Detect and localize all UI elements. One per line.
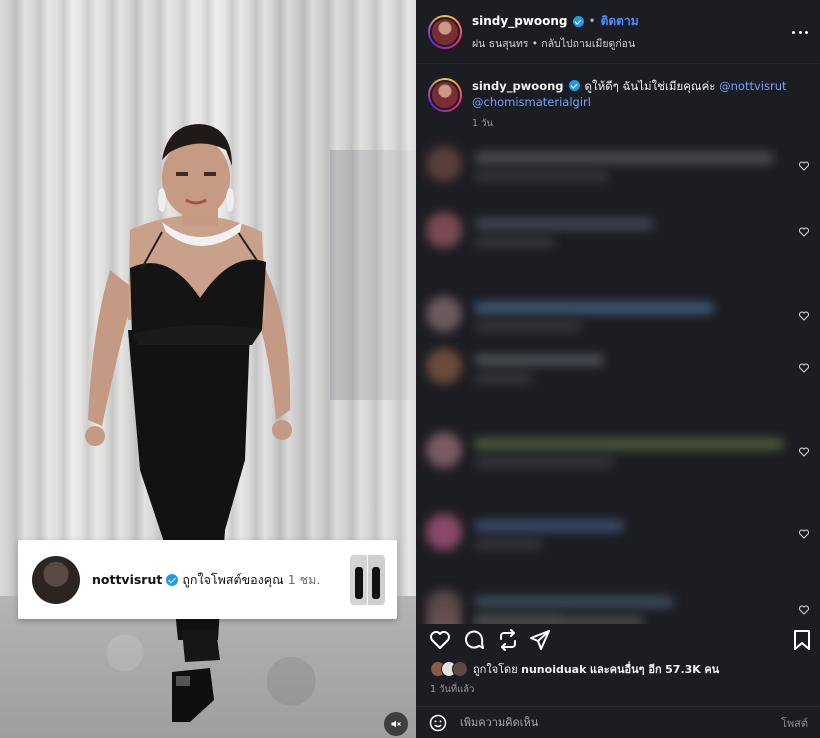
bookmark-icon[interactable] bbox=[790, 628, 814, 652]
mute-toggle-button[interactable] bbox=[384, 712, 408, 736]
like-notification[interactable]: nottvisrut ถูกใจโพสต์ของคุณ 1 ชม. bbox=[18, 540, 397, 619]
likes-summary[interactable]: ถูกใจโดย nunoiduak และคนอื่นๆ อีก 57.3K … bbox=[430, 660, 810, 678]
emoji-icon[interactable] bbox=[428, 713, 448, 733]
notification-message: ถูกใจโพสต์ของคุณ bbox=[182, 571, 284, 587]
likes-suffix: คน bbox=[704, 663, 720, 676]
post-comment-button[interactable]: โพสต์ bbox=[781, 714, 808, 732]
comment-avatar bbox=[426, 146, 462, 182]
comment-avatar bbox=[426, 348, 462, 384]
verified-badge-icon bbox=[166, 573, 179, 586]
share-icon[interactable] bbox=[528, 628, 552, 652]
comment-avatar bbox=[426, 610, 462, 624]
comment-like-icon[interactable] bbox=[798, 226, 810, 238]
author-username[interactable]: sindy_pwoong bbox=[472, 14, 568, 28]
notification-avatar bbox=[32, 555, 80, 604]
separator-dot: • bbox=[588, 14, 596, 28]
comment-row[interactable] bbox=[416, 294, 820, 344]
comment-meta bbox=[474, 372, 533, 384]
comment-meta bbox=[474, 236, 555, 248]
comment-row[interactable] bbox=[416, 512, 820, 562]
post-audio-subtitle[interactable]: ฝน ธนสุนทร • กลับไปถามเมียดูก่อน bbox=[472, 35, 639, 52]
comment-row[interactable] bbox=[416, 144, 820, 194]
notification-username[interactable]: nottvisrut bbox=[92, 572, 162, 587]
heart-icon[interactable] bbox=[428, 628, 452, 652]
repost-icon[interactable] bbox=[496, 628, 520, 652]
comment-avatar bbox=[426, 212, 462, 248]
comment-row[interactable] bbox=[416, 608, 820, 624]
comment-meta bbox=[474, 538, 542, 550]
comment-text bbox=[474, 520, 624, 532]
comment-like-icon[interactable] bbox=[798, 160, 810, 172]
speaker-muted-icon bbox=[391, 720, 401, 728]
likes-count[interactable]: 57.3K bbox=[665, 663, 701, 676]
comment-meta bbox=[474, 320, 582, 332]
mention-link[interactable]: @nottvisrut bbox=[719, 79, 786, 93]
comment-meta bbox=[474, 170, 609, 182]
comment-text bbox=[474, 152, 774, 164]
person-figure bbox=[85, 124, 292, 722]
comments-list[interactable] bbox=[416, 140, 820, 624]
comment-text bbox=[474, 438, 784, 450]
notification-post-thumbnail[interactable] bbox=[350, 554, 385, 605]
comment-meta bbox=[474, 456, 614, 468]
liker-username[interactable]: nunoiduak bbox=[521, 663, 586, 676]
comment-like-icon[interactable] bbox=[798, 528, 810, 540]
comment-row[interactable] bbox=[416, 430, 820, 480]
caption-text: ดูให้ดีๆ ฉันไม่ใช่เมียคุณค่ะ bbox=[584, 79, 716, 93]
post-header: sindy_pwoong • ติดตาม ฝน ธนสุนทร • กลับไ… bbox=[416, 0, 820, 64]
comment-text bbox=[474, 354, 604, 366]
notification-time: 1 ชม. bbox=[287, 571, 321, 587]
follow-button[interactable]: ติดตาม bbox=[601, 12, 639, 31]
comment-text bbox=[474, 218, 654, 230]
comment-like-icon[interactable] bbox=[798, 446, 810, 458]
caption-time: 1 วัน bbox=[472, 118, 493, 129]
verified-badge-icon bbox=[568, 80, 580, 91]
comment-icon[interactable] bbox=[462, 628, 486, 652]
comment-avatar bbox=[426, 432, 462, 468]
more-options-icon[interactable] bbox=[792, 24, 808, 40]
comment-avatar bbox=[426, 514, 462, 550]
post-media[interactable]: nottvisrut ถูกใจโพสต์ของคุณ 1 ชม. bbox=[0, 0, 416, 738]
action-bar bbox=[416, 624, 820, 658]
post-caption: sindy_pwoong ดูให้ดีๆ ฉันไม่ใช่เมียคุณค่ะ… bbox=[428, 78, 808, 132]
liker-avatar bbox=[452, 661, 468, 677]
caption-username[interactable]: sindy_pwoong bbox=[472, 79, 564, 93]
comment-text bbox=[474, 616, 644, 624]
comment-row[interactable] bbox=[416, 210, 820, 260]
comment-input[interactable] bbox=[460, 716, 781, 729]
comment-avatar bbox=[426, 296, 462, 332]
add-comment-bar: โพสต์ bbox=[416, 706, 820, 738]
caption-author-avatar[interactable] bbox=[428, 78, 462, 112]
comment-row[interactable] bbox=[416, 346, 820, 396]
likes-prefix: ถูกใจโดย bbox=[473, 663, 518, 676]
mention-link[interactable]: @chomismaterialgirl bbox=[472, 95, 591, 109]
comment-text bbox=[474, 596, 674, 608]
author-avatar[interactable] bbox=[428, 14, 462, 49]
comment-like-icon[interactable] bbox=[798, 362, 810, 374]
comment-text bbox=[474, 302, 714, 314]
comment-like-icon[interactable] bbox=[798, 310, 810, 322]
post-timestamp[interactable]: 1 วันที่แล้ว bbox=[430, 682, 474, 697]
likes-middle: และคนอื่นๆ อีก bbox=[589, 663, 662, 676]
verified-badge-icon bbox=[572, 15, 584, 27]
post-details-panel: sindy_pwoong • ติดตาม ฝน ธนสุนทร • กลับไ… bbox=[416, 0, 820, 738]
